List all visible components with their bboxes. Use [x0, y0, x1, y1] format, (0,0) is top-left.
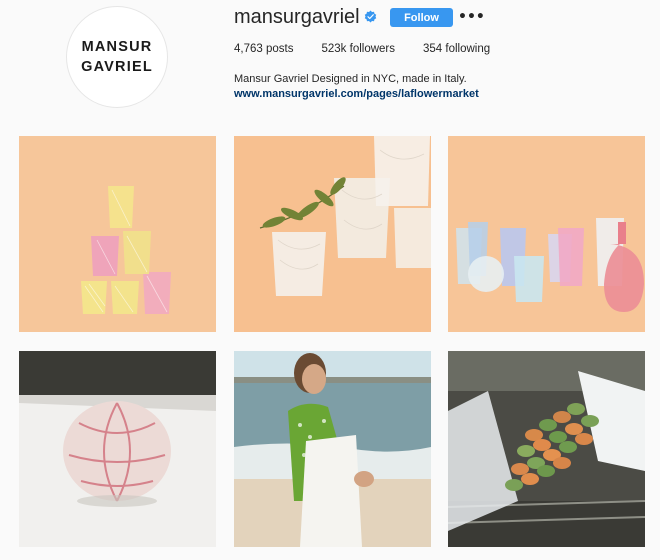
more-options-button[interactable]: •••	[458, 8, 485, 26]
post-thumbnail-stacked-glasses[interactable]	[19, 136, 216, 332]
verified-badge-icon	[364, 10, 377, 23]
post-thumbnail-glasses-olive-branch[interactable]	[234, 136, 431, 332]
posts-stat[interactable]: 4,763 posts	[234, 43, 293, 55]
bio-text: Designed in NYC, made in Italy.	[308, 73, 467, 85]
followers-count: 523k	[321, 43, 347, 55]
avatar-text-line-1: MANSUR	[81, 39, 153, 55]
following-stat[interactable]: 354 following	[423, 43, 490, 55]
following-count: 354	[423, 43, 443, 55]
follow-button[interactable]: Follow	[390, 8, 453, 27]
post-thumbnail-beach-portrait[interactable]	[234, 351, 431, 547]
profile-stats: 4,763 posts 523k followers 354 following	[234, 43, 518, 55]
profile-username: mansurgavriel	[234, 6, 360, 28]
followers-label: followers	[349, 43, 396, 55]
bio-link[interactable]: www.mansurgavriel.com/pages/laflowermark…	[234, 87, 479, 102]
post-thumbnail-flower-bouquet[interactable]	[448, 351, 645, 547]
avatar-text-line-2: GAVRIEL	[81, 59, 153, 75]
profile-bio: Mansur Gavriel Designed in NYC, made in …	[234, 72, 479, 102]
posts-label: posts	[265, 43, 294, 55]
bio-name: Mansur Gavriel	[234, 73, 309, 85]
followers-stat[interactable]: 523k followers	[321, 43, 395, 55]
post-thumbnail-glassware-collection[interactable]	[448, 136, 645, 332]
posts-count: 4,763	[234, 43, 263, 55]
following-label: following	[445, 43, 491, 55]
post-thumbnail-fruit[interactable]	[19, 351, 216, 547]
profile-avatar[interactable]: MANSUR GAVRIEL	[66, 6, 168, 108]
